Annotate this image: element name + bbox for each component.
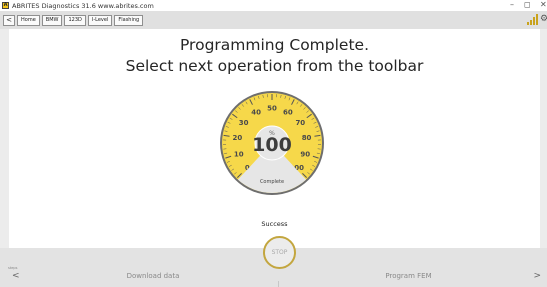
gauge-tick-label: 80 <box>302 134 312 142</box>
status-text: Success <box>261 220 288 228</box>
breadcrumb-flashing[interactable]: Flashing <box>114 14 144 26</box>
steps-label: steps <box>8 266 18 270</box>
gauge-tick-label: 40 <box>251 108 261 116</box>
breadcrumb-bmw[interactable]: BMW <box>41 14 63 26</box>
gauge-tick-label: 90 <box>300 150 310 158</box>
gauge-value: 100 <box>252 134 292 156</box>
minimize-button[interactable]: – <box>510 0 514 11</box>
left-panel <box>0 29 9 248</box>
download-data-button[interactable]: Download data <box>22 272 284 280</box>
maximize-button[interactable]: ◻ <box>524 0 531 11</box>
headline-instruction: Select next operation from the toolbar <box>125 57 424 75</box>
gauge-tick-label: 50 <box>267 105 277 113</box>
program-fem-button[interactable]: Program FEM <box>286 272 531 280</box>
toolbar-divider <box>278 281 279 287</box>
app-icon: A <box>2 2 9 9</box>
gauge-tick-label: 10 <box>234 150 244 158</box>
breadcrumb-home[interactable]: Home <box>17 14 40 26</box>
breadcrumb: < Home BMW 123D I-Level Flashing <box>0 11 547 29</box>
title-bar: A ABRITES Diagnostics 31.6 www.abrites.c… <box>0 0 547 11</box>
breadcrumb-123d[interactable]: 123D <box>64 14 86 26</box>
headline-status: Programming Complete. <box>179 36 370 54</box>
signal-strength-icon <box>527 14 538 25</box>
breadcrumb-ilevel[interactable]: I-Level <box>87 14 113 26</box>
window-title: ABRITES Diagnostics 31.6 www.abrites.com <box>12 1 154 10</box>
next-arrow-icon[interactable]: > <box>533 271 541 281</box>
gauge-tick-label: 60 <box>283 108 293 116</box>
back-button[interactable]: < <box>3 14 15 26</box>
stop-button[interactable]: STOP <box>263 236 296 269</box>
gauge-tick-label: 20 <box>233 134 243 142</box>
gauge-tick-label: 30 <box>239 119 249 127</box>
previous-arrow-icon[interactable]: < <box>12 271 20 281</box>
gauge-status: Complete <box>260 179 284 185</box>
right-panel <box>540 29 547 248</box>
progress-gauge: 010203040 50 60708090100 % 100 Complete <box>220 91 324 195</box>
gauge-tick-label: 70 <box>295 119 305 127</box>
close-button[interactable]: ✕ <box>540 0 547 11</box>
settings-gear-icon[interactable]: ⚙ <box>540 13 547 25</box>
